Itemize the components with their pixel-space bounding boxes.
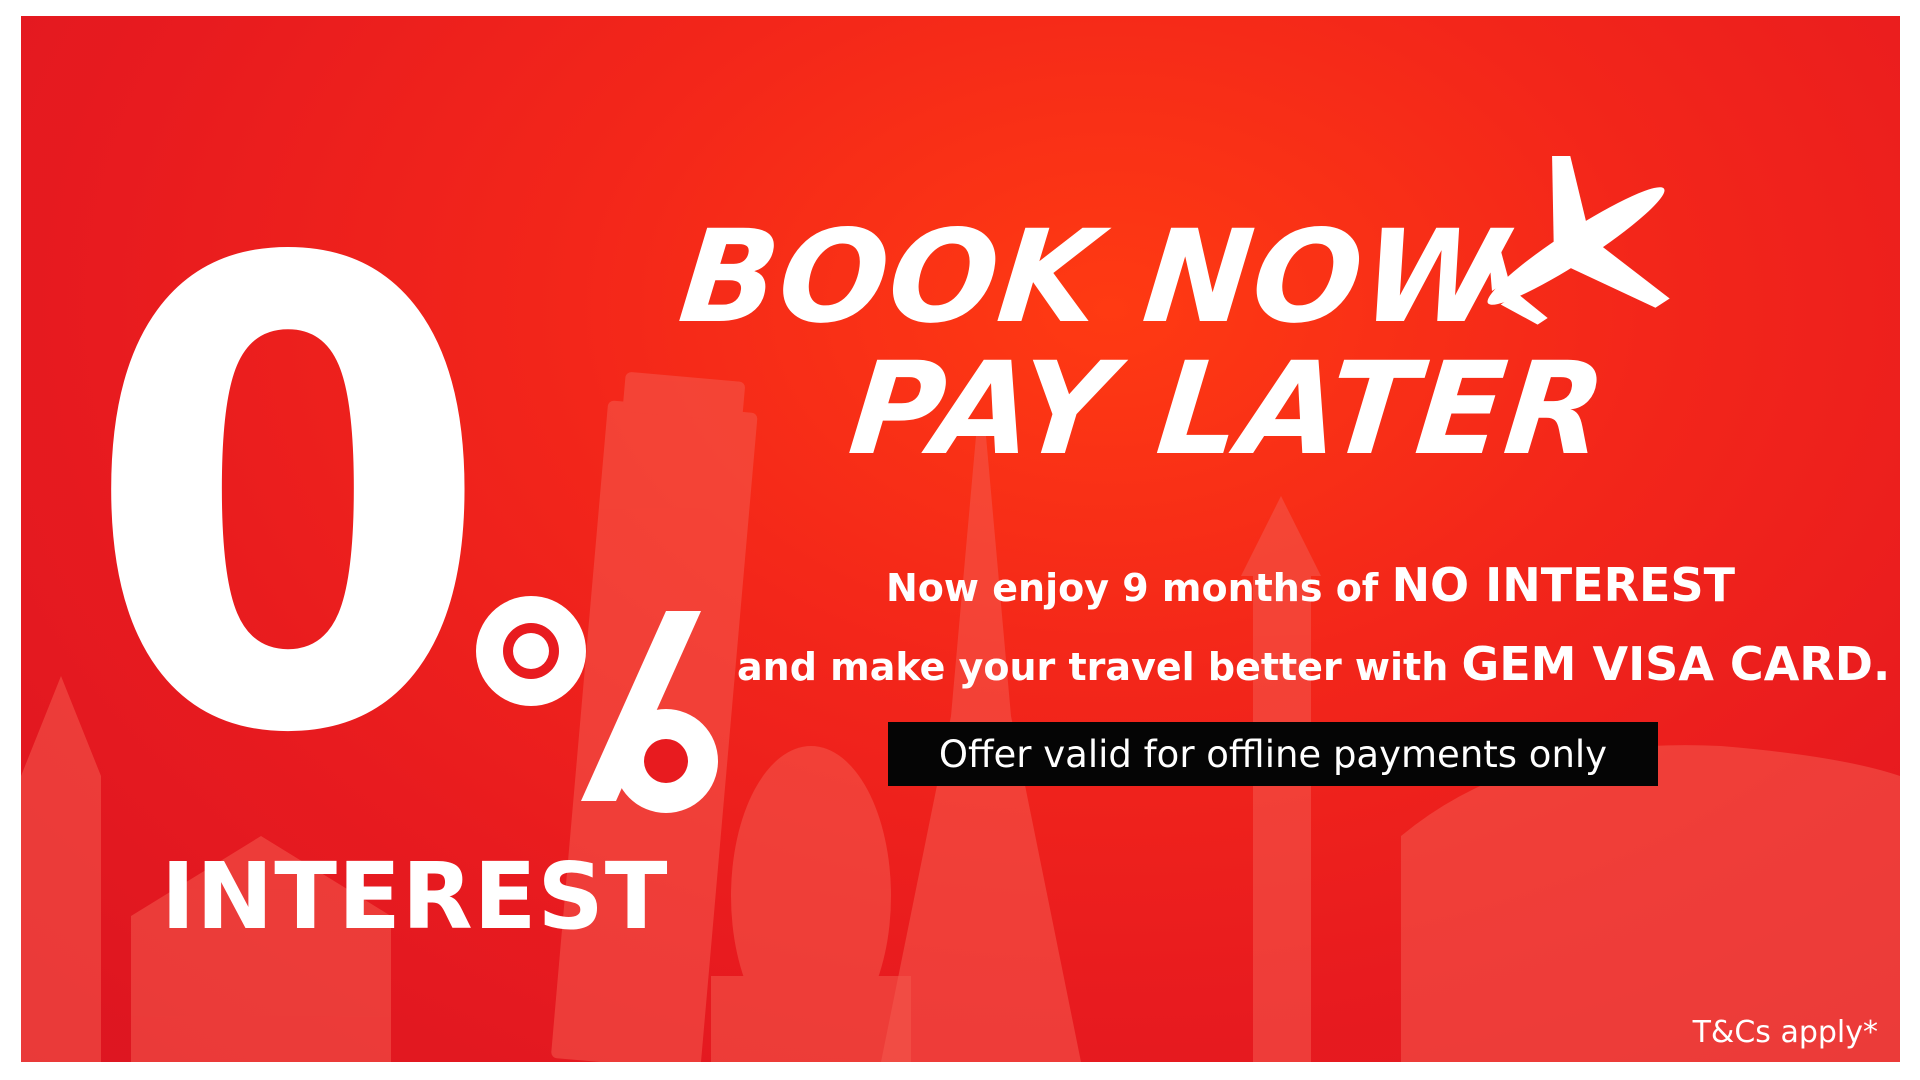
zero-digit: 0 xyxy=(83,128,493,873)
headline-book-now: BOOK NOW xyxy=(673,203,1513,352)
offer-note-box: Offer valid for offline payments only xyxy=(888,722,1658,786)
airplane-icon xyxy=(1487,156,1670,325)
benefit-line-1-text: Now enjoy 9 months of xyxy=(886,566,1392,610)
offer-note-text: Offer valid for offline payments only xyxy=(938,732,1608,776)
benefit-line-1: Now enjoy 9 months of NO INTEREST xyxy=(886,562,1735,608)
no-interest-emphasis: NO INTEREST xyxy=(1391,558,1735,612)
interest-label: INTEREST xyxy=(161,843,669,950)
percent-sign-icon xyxy=(476,596,718,813)
benefit-line-2-text: and make your travel better with xyxy=(737,645,1462,689)
promo-banner: 0 INTEREST BOOK NOW PAY LATER Now enjoy … xyxy=(21,16,1900,1062)
gem-visa-card-emphasis: GEM VISA CARD. xyxy=(1461,637,1891,691)
fountain-silhouette xyxy=(711,746,911,1062)
benefit-line-2: and make your travel better with GEM VIS… xyxy=(737,641,1890,687)
headline-pay-later: PAY LATER xyxy=(843,335,1614,484)
terms-link[interactable]: T&Cs apply* xyxy=(1693,1015,1878,1050)
